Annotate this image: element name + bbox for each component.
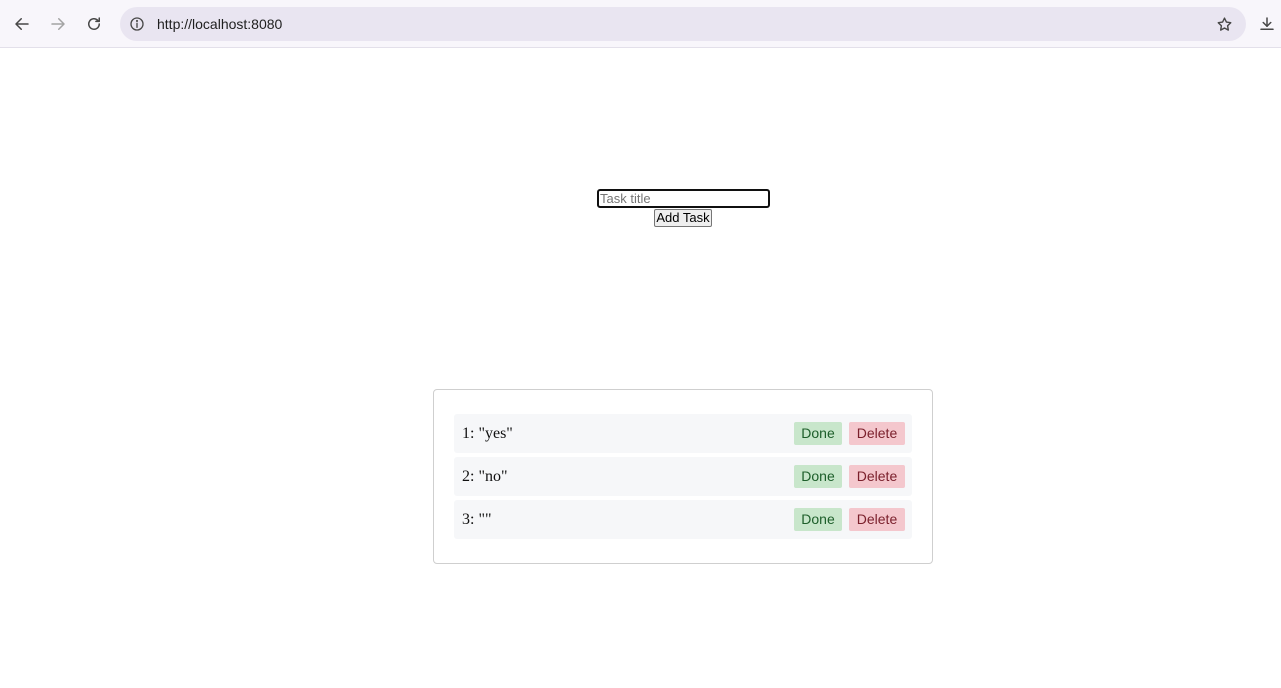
info-icon bbox=[130, 17, 144, 31]
site-info-button[interactable] bbox=[125, 12, 149, 36]
reload-icon bbox=[88, 17, 100, 30]
done-button[interactable]: Done bbox=[794, 508, 842, 531]
arrow-left-icon bbox=[15, 18, 29, 30]
task-title: 1: "yes" bbox=[462, 425, 513, 442]
task-title: 2: "no" bbox=[462, 468, 508, 485]
reload-button[interactable] bbox=[78, 8, 110, 40]
add-task-button[interactable]: Add Task bbox=[654, 209, 712, 227]
bookmark-button[interactable] bbox=[1212, 12, 1236, 36]
delete-button[interactable]: Delete bbox=[849, 508, 905, 531]
back-button[interactable] bbox=[6, 8, 38, 40]
task-title-input[interactable] bbox=[597, 189, 770, 208]
task-row: 2: "no" Done Delete bbox=[454, 457, 912, 496]
star-icon bbox=[1217, 16, 1231, 31]
task-title: 3: "" bbox=[462, 511, 492, 528]
task-list: 1: "yes" Done Delete 2: "no" Done Delete… bbox=[433, 389, 933, 564]
download-icon bbox=[1260, 17, 1274, 30]
browser-toolbar: http://localhost:8080 bbox=[0, 0, 1281, 48]
delete-button[interactable]: Delete bbox=[849, 422, 905, 445]
task-row: 1: "yes" Done Delete bbox=[454, 414, 912, 453]
address-bar[interactable]: http://localhost:8080 bbox=[120, 7, 1246, 41]
forward-button[interactable] bbox=[42, 8, 74, 40]
done-button[interactable]: Done bbox=[794, 465, 842, 488]
downloads-button[interactable] bbox=[1258, 12, 1281, 36]
delete-button[interactable]: Delete bbox=[849, 465, 905, 488]
url-text[interactable]: http://localhost:8080 bbox=[157, 16, 282, 32]
done-button[interactable]: Done bbox=[794, 422, 842, 445]
arrow-right-icon bbox=[51, 18, 65, 30]
task-row: 3: "" Done Delete bbox=[454, 500, 912, 539]
